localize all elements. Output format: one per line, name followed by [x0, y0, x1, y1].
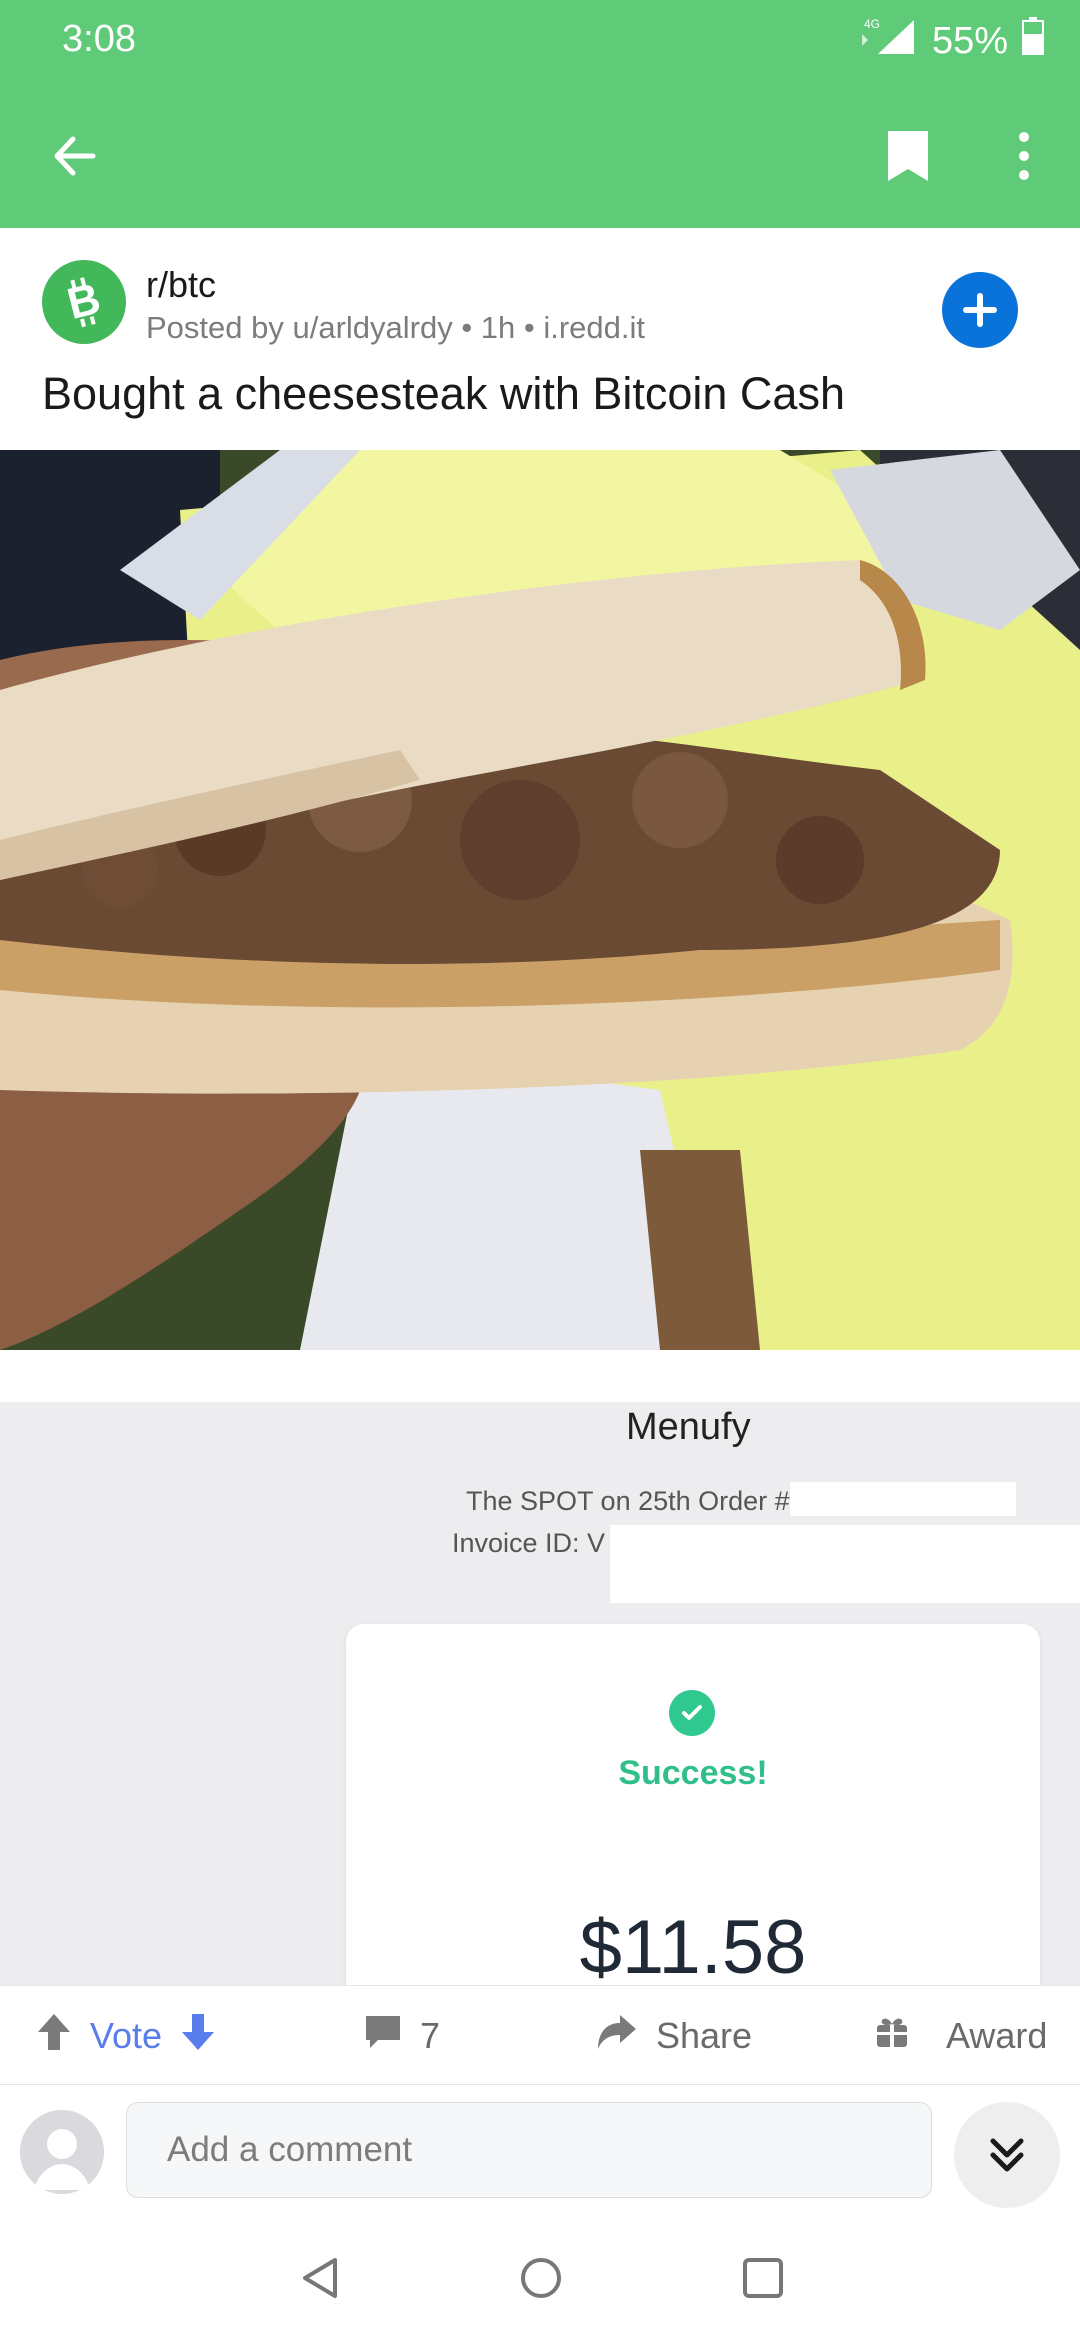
- invoice-line: Invoice ID: V: [452, 1528, 606, 1558]
- back-arrow-icon[interactable]: [34, 116, 114, 196]
- signal-icon: 4G: [858, 16, 918, 66]
- status-time: 3:08: [62, 18, 136, 60]
- comment-placeholder: Add a comment: [167, 2130, 413, 2169]
- downvote-arrow-icon[interactable]: [180, 2012, 216, 2061]
- jump-to-comments-button[interactable]: [954, 2102, 1060, 2208]
- gift-icon: [874, 2014, 910, 2059]
- payment-status: Success!: [618, 1754, 768, 1792]
- subreddit-avatar[interactable]: B: [42, 260, 126, 344]
- vote-label: Vote: [90, 2015, 163, 2056]
- comment-count: 7: [420, 2015, 441, 2056]
- join-button[interactable]: [942, 272, 1018, 348]
- app-bar: [0, 80, 1080, 228]
- post-title: Bought a cheesesteak with Bitcoin Cash: [42, 368, 845, 419]
- cheesesteak-photo: [0, 450, 1080, 1350]
- merchant-name: Menufy: [626, 1406, 751, 1448]
- status-bar: 3:08 4G 55%: [0, 0, 1080, 80]
- bitcoin-cash-icon: B: [63, 274, 106, 329]
- post-image[interactable]: [0, 450, 1080, 1350]
- comment-bar: Add a comment: [0, 2085, 1080, 2215]
- plus-icon: [963, 293, 997, 327]
- nav-back-icon[interactable]: [296, 2253, 346, 2303]
- user-avatar[interactable]: [20, 2110, 104, 2194]
- more-options-icon[interactable]: [1000, 116, 1048, 196]
- post-action-bar: Vote 7 Share Award: [0, 1985, 1080, 2085]
- bookmark-icon[interactable]: [876, 116, 940, 196]
- post-meta: Posted by u/arldyalrdy • 1h • i.redd.it: [146, 310, 646, 345]
- comment-bubble-icon: [364, 2014, 402, 2059]
- subreddit-name[interactable]: r/btc: [146, 264, 216, 306]
- order-line: The SPOT on 25th Order #: [466, 1486, 790, 1516]
- upvote-arrow-icon[interactable]: [36, 2012, 72, 2061]
- award-label: Award: [946, 2015, 1048, 2056]
- comments-button[interactable]: 7: [364, 1986, 440, 2086]
- user-avatar-icon: [34, 2129, 90, 2190]
- share-label: Share: [656, 2015, 753, 2056]
- nav-home-icon[interactable]: [516, 2253, 566, 2303]
- share-arrow-icon: [596, 2013, 638, 2060]
- system-nav-bar: [0, 2215, 1080, 2340]
- payment-card: Success! $11.58: [346, 1624, 1040, 1985]
- share-button[interactable]: Share: [596, 1986, 752, 2086]
- battery-level: 55%: [931, 19, 1008, 62]
- comment-input[interactable]: Add a comment: [126, 2102, 932, 2198]
- award-button[interactable]: Award: [874, 1986, 1047, 2086]
- payment-amount: $11.58: [579, 1905, 807, 1985]
- redaction-box: [610, 1525, 1080, 1603]
- redaction-box: [790, 1482, 1016, 1516]
- receipt-image: Menufy The SPOT on 25th Order # Invoice …: [0, 1350, 1080, 1985]
- svg-text:4G: 4G: [864, 17, 880, 31]
- top-bar: 3:08 4G 55%: [0, 0, 1080, 228]
- post-header: B r/btc Posted by u/arldyalrdy • 1h • i.…: [0, 228, 1080, 450]
- check-circle-icon: [669, 1690, 715, 1736]
- battery-icon: [1022, 17, 1044, 65]
- vote-control: Vote: [36, 1986, 216, 2086]
- chevron-double-down-icon: [990, 2138, 1024, 2172]
- nav-recents-icon[interactable]: [738, 2253, 788, 2303]
